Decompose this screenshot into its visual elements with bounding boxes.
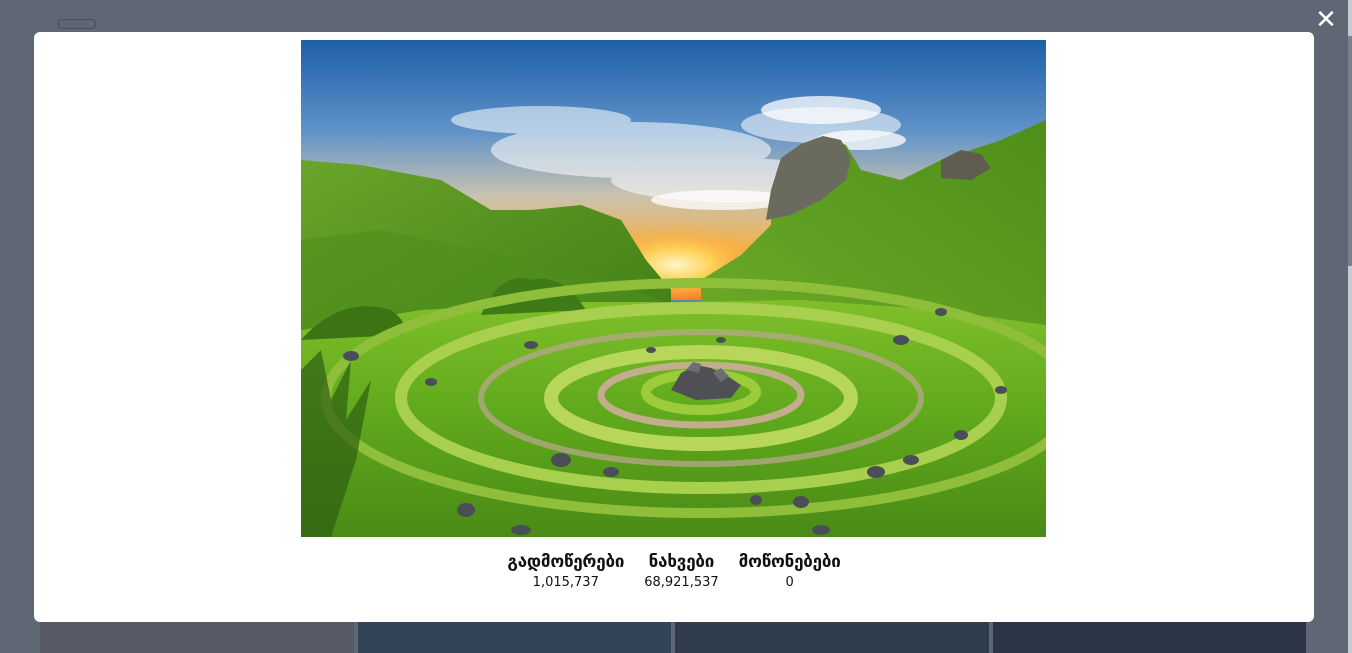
stat-likes: მოწონებები 0 bbox=[739, 550, 841, 592]
stat-downloads-value: 1,015,737 bbox=[532, 575, 599, 590]
stat-views: ნახვები 68,921,537 bbox=[644, 550, 718, 592]
preview-image bbox=[301, 40, 1046, 537]
stat-downloads-label: გადმოწერები bbox=[507, 552, 625, 572]
stat-views-value: 68,921,537 bbox=[644, 575, 719, 590]
close-button[interactable]: ✕ bbox=[1312, 6, 1340, 34]
image-stats: გადმოწერები 1,015,737 ნახვები 68,921,537… bbox=[34, 550, 1314, 592]
page-scrollbar[interactable] bbox=[1348, 0, 1352, 653]
close-icon: ✕ bbox=[1315, 5, 1337, 35]
stat-likes-value: 0 bbox=[785, 575, 794, 590]
stat-downloads: გადმოწერები 1,015,737 bbox=[507, 550, 624, 592]
page-scrollbar-thumb[interactable] bbox=[1348, 36, 1352, 266]
image-modal: გადმოწერები 1,015,737 ნახვები 68,921,537… bbox=[34, 32, 1314, 622]
stat-likes-label: მოწონებები bbox=[738, 552, 841, 572]
stat-views-label: ნახვები bbox=[648, 552, 715, 572]
